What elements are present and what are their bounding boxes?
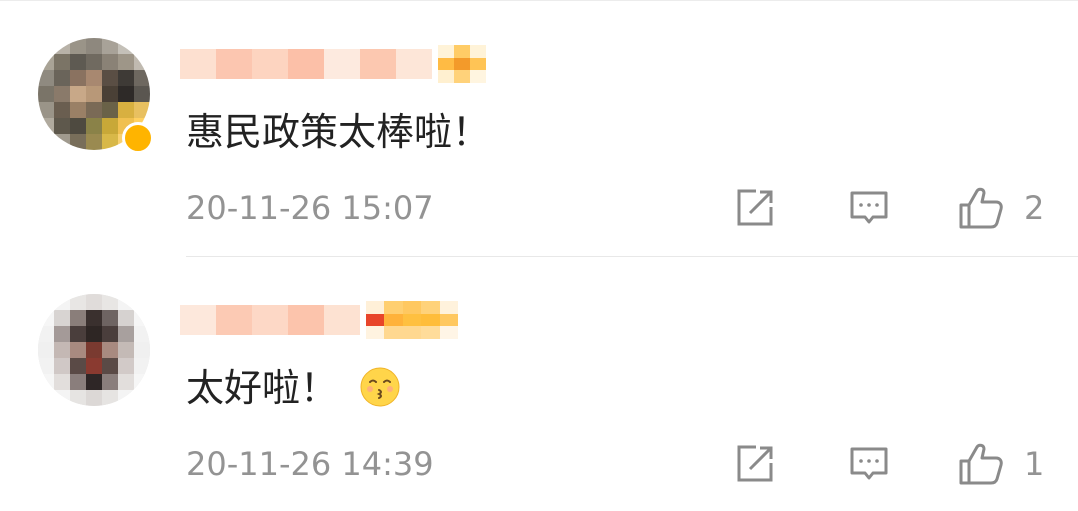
like-count: 2 [1024, 189, 1045, 227]
comment-item: 太好啦！ 20-11-26 14:39 1 [0, 256, 1078, 511]
comment-text-content: 惠民政策太棒啦！ [186, 110, 491, 154]
avatar[interactable] [38, 294, 150, 406]
vip-level-icon [438, 45, 486, 83]
comment-timestamp: 20-11-26 14:39 [186, 445, 434, 483]
share-button[interactable] [734, 440, 776, 488]
comment-timestamp: 20-11-26 15:07 [186, 189, 434, 227]
share-icon [737, 189, 773, 226]
share-button[interactable] [734, 184, 776, 232]
kissing-face-icon [360, 367, 400, 407]
comment-text: 惠民政策太棒啦！ [186, 106, 490, 158]
thumbs-up-icon [959, 187, 1003, 229]
reply-button[interactable] [848, 184, 890, 232]
comment-text: 太好啦！ [186, 362, 400, 414]
like-button[interactable]: 2 [958, 184, 1044, 232]
like-count: 1 [1024, 445, 1045, 483]
comment-text-content: 太好啦！ [186, 366, 339, 410]
comment-icon [850, 447, 888, 480]
vip-badge-icon [122, 122, 154, 154]
username-blurred[interactable] [180, 44, 486, 84]
like-button[interactable]: 1 [958, 440, 1044, 488]
share-icon [737, 445, 773, 482]
comment-icon [850, 191, 888, 224]
thumbs-up-icon [959, 443, 1003, 485]
username-blurred[interactable] [180, 300, 458, 340]
comment-item: 惠民政策太棒啦！ 20-11-26 15:07 2 [0, 0, 1078, 255]
reply-button[interactable] [848, 440, 890, 488]
vip-level-icon [366, 301, 458, 339]
